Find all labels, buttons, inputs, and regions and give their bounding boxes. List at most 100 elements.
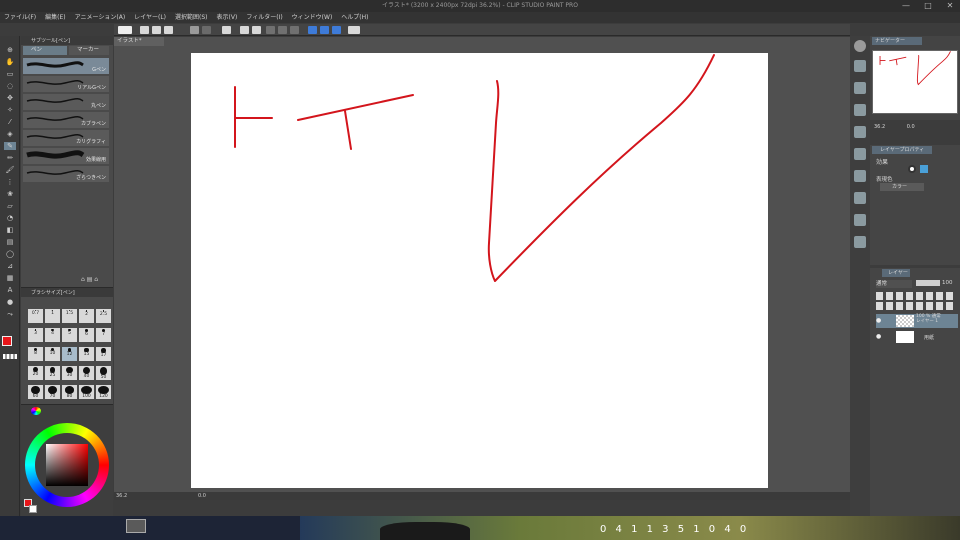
menu-layer[interactable]: レイヤー(L): [134, 12, 166, 23]
clear-icon[interactable]: [222, 26, 231, 34]
tab-pen[interactable]: ペン: [23, 46, 67, 55]
deselect-icon[interactable]: [266, 26, 275, 34]
material-icon-6[interactable]: [854, 170, 866, 182]
brush-size-cell[interactable]: 100: [78, 384, 95, 400]
brush-size-cell[interactable]: 40: [78, 365, 95, 381]
brush-size-cell[interactable]: 15: [78, 346, 95, 362]
taskbar-app-icon[interactable]: [126, 519, 146, 533]
status-zoom[interactable]: 36.2: [116, 492, 127, 500]
brush-size-cell[interactable]: 17: [95, 346, 112, 362]
brush-size-cell[interactable]: 10: [44, 346, 61, 362]
brush-size-cell[interactable]: 30: [61, 365, 78, 381]
ruler-tool-icon[interactable]: ⊿: [4, 262, 16, 270]
subtool-panel-tab[interactable]: サブツール[ペン]: [31, 37, 70, 44]
blend-mode-select[interactable]: 通常: [876, 280, 912, 288]
menu-animation[interactable]: アニメーション(A): [75, 12, 126, 23]
menu-help[interactable]: ヘルプ(H): [341, 12, 368, 23]
saturation-value-square[interactable]: [46, 444, 88, 486]
menu-filter[interactable]: フィルター(I): [246, 12, 282, 23]
brush-size-cell[interactable]: 70: [44, 384, 61, 400]
effect-border-icon[interactable]: [908, 165, 916, 173]
brush-size-cell[interactable]: 50: [95, 365, 112, 381]
layer-row-1[interactable]: ● 100 % 通常 レイヤー 1: [876, 314, 958, 328]
brush-item[interactable]: 丸ペン: [23, 94, 109, 111]
selection-tool-icon[interactable]: ▭: [4, 70, 16, 78]
brush-size-cell[interactable]: 1.5: [61, 308, 78, 324]
brush-size-panel-tab[interactable]: ブラシサイズ[ペン]: [31, 289, 75, 296]
effect-tone-icon[interactable]: [920, 165, 928, 173]
brush-item[interactable]: 効果線用: [23, 148, 109, 165]
brush-tool-icon[interactable]: 🖌: [4, 166, 16, 174]
snap-ruler-icon[interactable]: [308, 26, 317, 34]
brush-size-cell[interactable]: 120: [95, 384, 112, 400]
hand-tool-icon[interactable]: ✋: [4, 58, 16, 66]
brush-size-cell[interactable]: 1: [44, 308, 61, 324]
zoom-tool-icon[interactable]: ⊕: [4, 46, 16, 54]
invert-selection-icon[interactable]: [278, 26, 287, 34]
pen-tool-icon[interactable]: ✎: [4, 142, 16, 150]
main-color-swatch[interactable]: [2, 336, 12, 346]
new-file-icon[interactable]: [140, 26, 149, 34]
material-icon-2[interactable]: [854, 82, 866, 94]
navigator-tab[interactable]: ナビゲーター: [872, 37, 922, 45]
navigator-zoom[interactable]: 36.2: [874, 124, 885, 130]
menu-edit[interactable]: 編集(E): [45, 12, 65, 23]
subtool-footer-icons[interactable]: ⌂ ▤ ⌂: [81, 276, 111, 284]
balloon-tool-icon[interactable]: ●: [4, 298, 16, 306]
clip-studio-icon[interactable]: [118, 26, 132, 34]
brush-size-cell[interactable]: 4: [44, 327, 61, 343]
brush-item[interactable]: ざらつきペン: [23, 166, 109, 183]
material-icon-5[interactable]: [854, 148, 866, 160]
pencil-tool-icon[interactable]: ✏: [4, 154, 16, 162]
figure-tool-icon[interactable]: ◯: [4, 250, 16, 258]
minimize-button[interactable]: —: [896, 0, 916, 12]
fill-icon[interactable]: [240, 26, 249, 34]
navigator-angle[interactable]: 0.0: [907, 124, 915, 130]
brush-size-cell[interactable]: 0.7: [27, 308, 44, 324]
brush-item[interactable]: Gペン: [23, 58, 109, 75]
brush-size-cell[interactable]: 12: [61, 346, 78, 362]
brush-size-cell[interactable]: 80: [61, 384, 78, 400]
opacity-value[interactable]: 100: [942, 280, 953, 286]
brush-item[interactable]: カリグラフィ: [23, 130, 109, 147]
decoration-icon[interactable]: ❀: [4, 190, 16, 198]
material-icon-8[interactable]: [854, 214, 866, 226]
lasso-tool-icon[interactable]: ◌: [4, 82, 16, 90]
layer-row-2[interactable]: ● 用紙: [876, 330, 958, 344]
opacity-slider[interactable]: [916, 280, 940, 286]
move-tool-icon[interactable]: ✥: [4, 94, 16, 102]
color-sub-indicator[interactable]: [29, 505, 37, 513]
status-angle[interactable]: 0.0: [198, 492, 206, 500]
crop-icon[interactable]: [290, 26, 299, 34]
tab-marker[interactable]: マーカー: [69, 46, 109, 55]
brush-size-cell[interactable]: 2.5: [95, 308, 112, 324]
menu-select[interactable]: 選択範囲(S): [175, 12, 208, 23]
layer-toolbar-row-1[interactable]: [876, 292, 956, 300]
transparent-color-swatch[interactable]: [3, 354, 17, 359]
canvas-paper[interactable]: [191, 53, 768, 488]
brush-size-cell[interactable]: 6: [78, 327, 95, 343]
correct-line-icon[interactable]: ⤳: [4, 310, 16, 318]
material-icon-3[interactable]: [854, 104, 866, 116]
snap-special-ruler-icon[interactable]: [320, 26, 329, 34]
brush-size-cell[interactable]: 25: [44, 365, 61, 381]
eraser-icon[interactable]: ▱: [4, 202, 16, 210]
brush-size-cell[interactable]: 5: [61, 327, 78, 343]
close-button[interactable]: ✕: [940, 0, 960, 12]
menu-window[interactable]: ウィンドウ(W): [292, 12, 333, 23]
blend-tool-icon[interactable]: ◔: [4, 214, 16, 222]
gradient-icon[interactable]: ▤: [4, 238, 16, 246]
help-icon[interactable]: [348, 26, 360, 34]
redo-icon[interactable]: [202, 26, 211, 34]
undo-icon[interactable]: [190, 26, 199, 34]
brush-size-cell[interactable]: 20: [27, 365, 44, 381]
layer-property-tab[interactable]: レイヤープロパティ: [872, 146, 932, 154]
material-icon[interactable]: [854, 60, 866, 72]
color-wheel-tab-icon[interactable]: [31, 407, 41, 415]
eye-icon[interactable]: ●: [876, 333, 882, 340]
frame-border-icon[interactable]: ▦: [4, 274, 16, 282]
brush-size-cell[interactable]: 7: [95, 327, 112, 343]
expression-color-select[interactable]: カラー: [880, 183, 924, 191]
layer-toolbar-row-2[interactable]: [876, 302, 956, 310]
brush-size-cell[interactable]: 2: [78, 308, 95, 324]
